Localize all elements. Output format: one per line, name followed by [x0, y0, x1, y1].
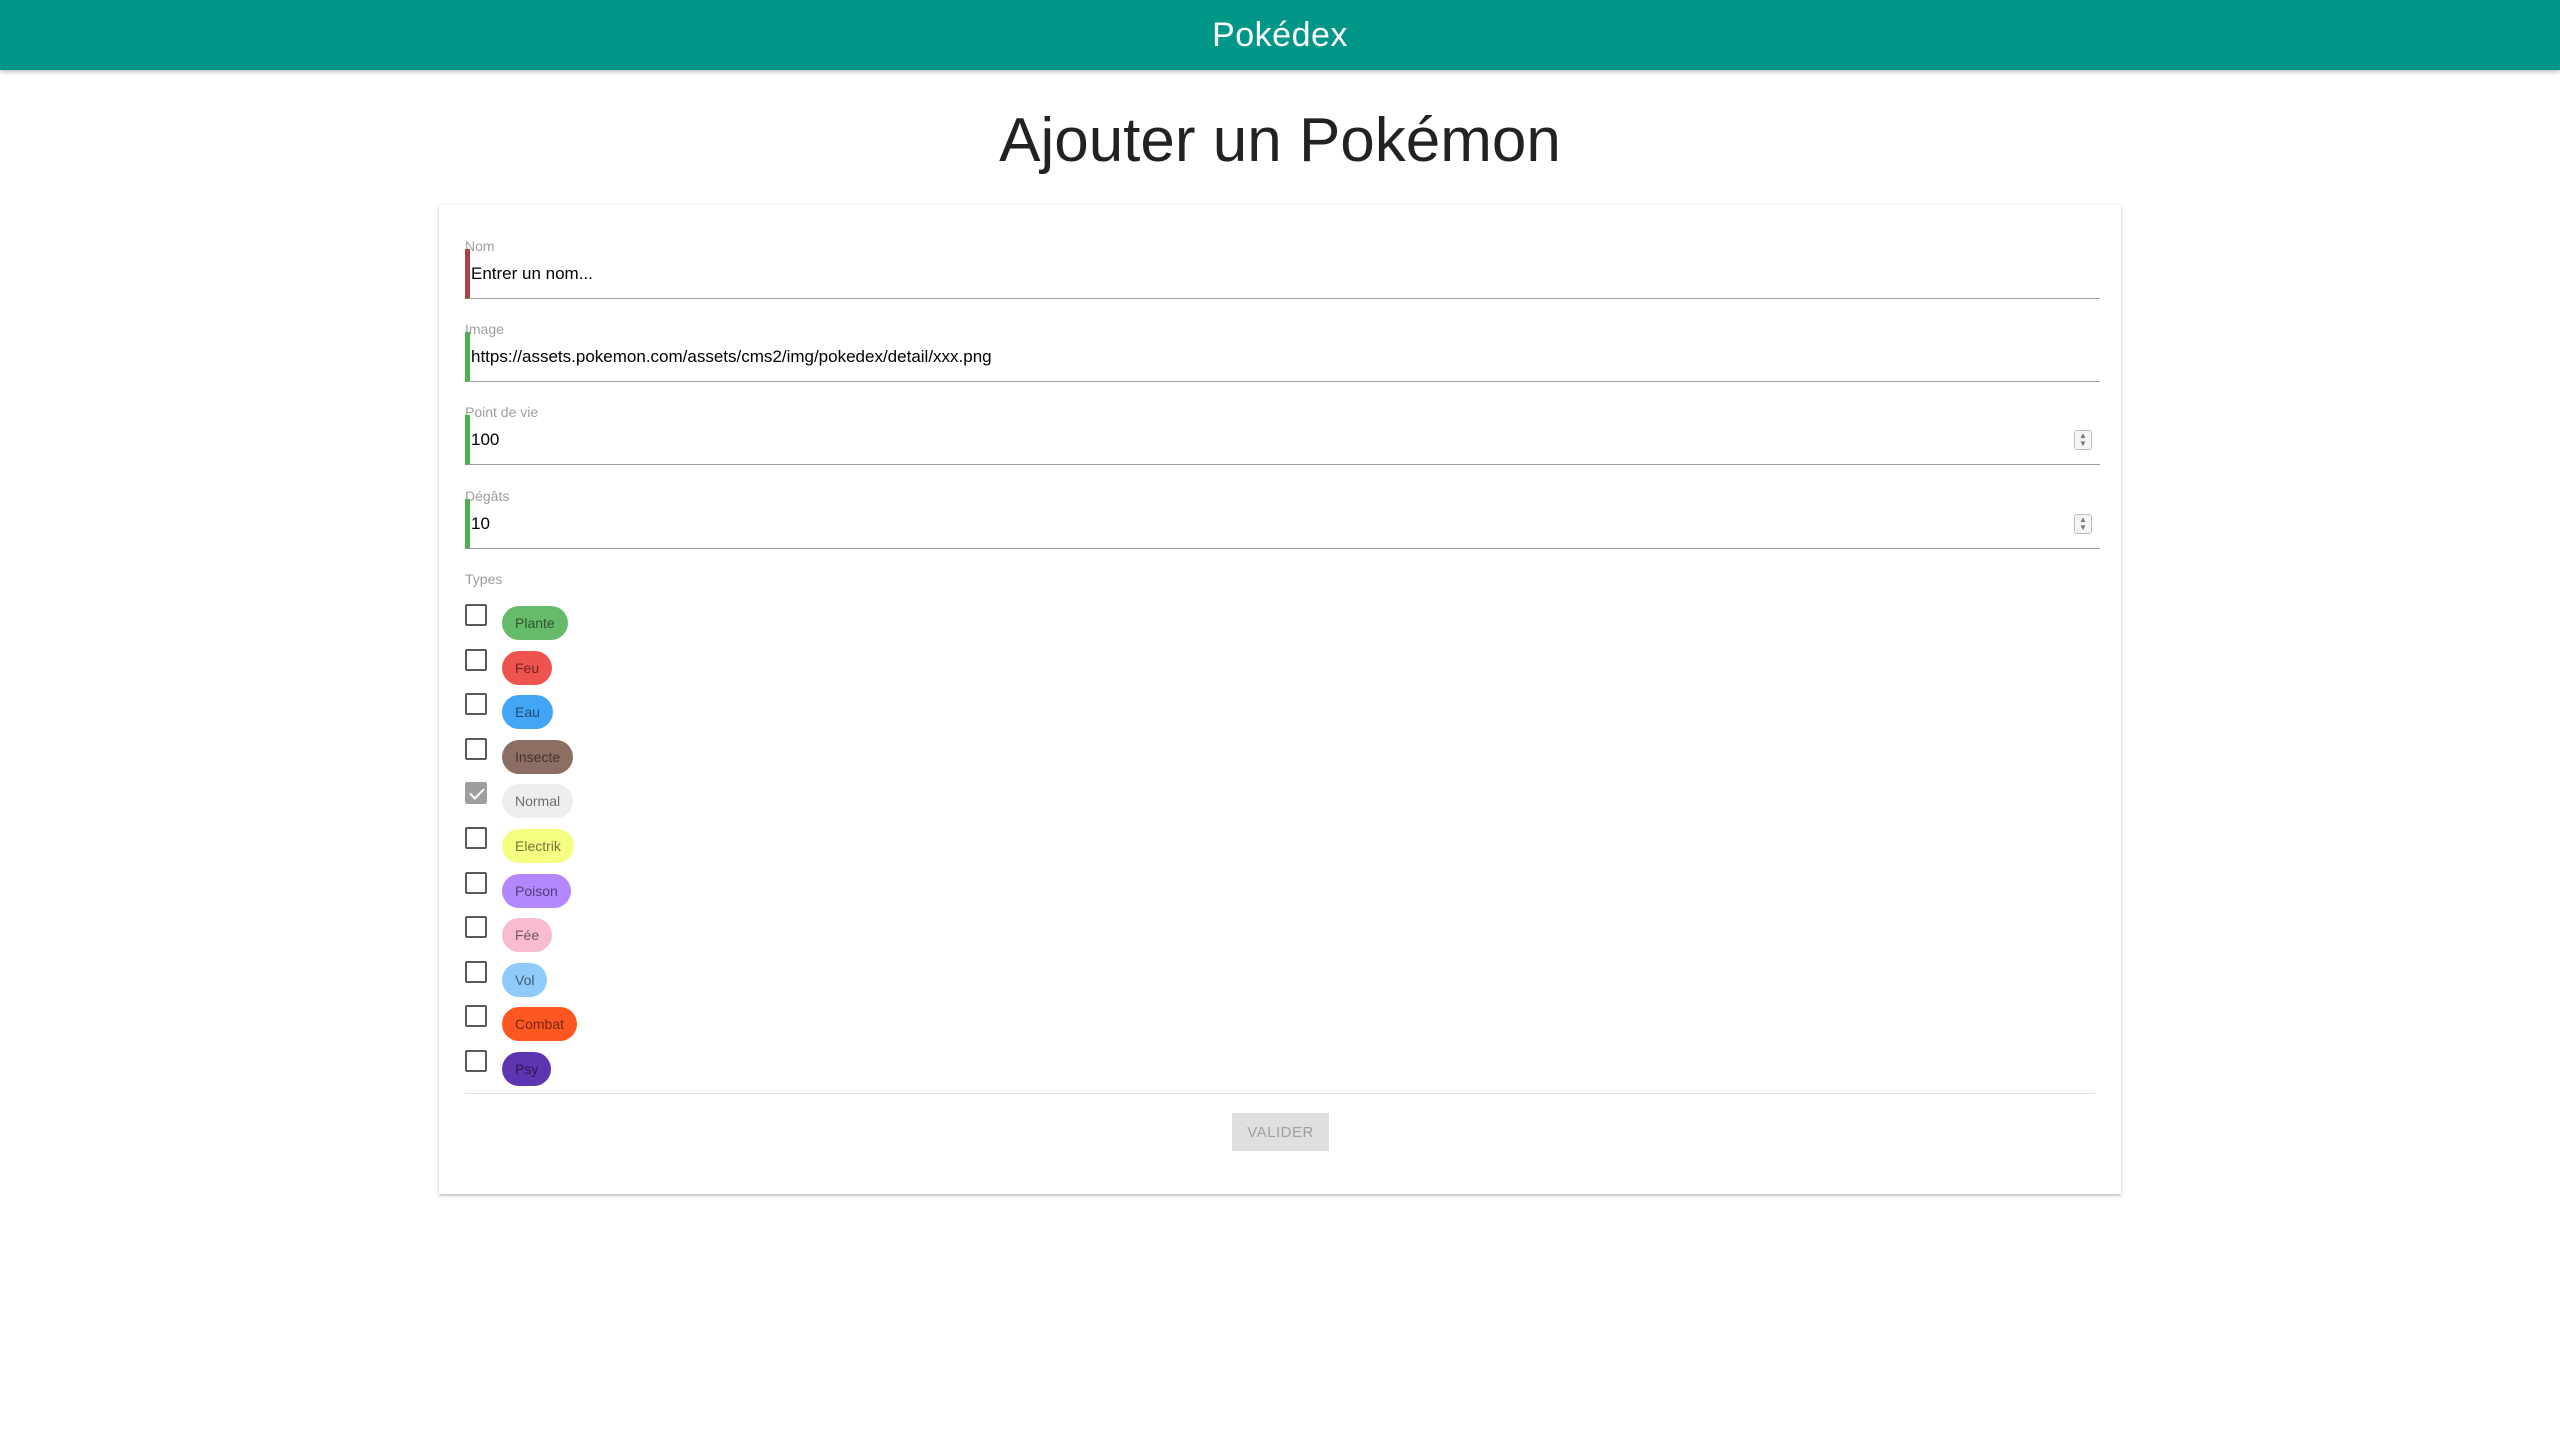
type-option[interactable]: Poison — [465, 872, 865, 908]
hp-input[interactable]: 100 ▲ ▼ — [465, 415, 2100, 465]
type-option[interactable]: Normal — [465, 782, 865, 818]
type-chip: Poison — [502, 874, 571, 908]
checkbox-checked[interactable] — [465, 782, 487, 804]
cp-input-value: 10 — [471, 514, 490, 533]
type-option[interactable]: Electrik — [465, 827, 865, 863]
type-chip: Psy — [502, 1052, 552, 1086]
name-input[interactable]: Entrer un nom... — [465, 249, 2100, 299]
form-divider — [465, 1093, 2095, 1094]
type-chip: Vol — [502, 963, 548, 997]
type-option[interactable]: Combat — [465, 1005, 865, 1041]
checkbox[interactable] — [465, 604, 487, 626]
type-chip: Fée — [502, 918, 553, 952]
cp-input[interactable]: 10 ▲ ▼ — [465, 499, 2100, 549]
hp-input-value: 100 — [471, 430, 500, 449]
page-title: Ajouter un Pokémon — [999, 106, 1561, 175]
type-chip: Eau — [502, 695, 553, 729]
pokemon-form-card: Nom Entrer un nom... Image https://asset… — [439, 205, 2121, 1194]
type-option[interactable]: Insecte — [465, 738, 865, 774]
brand-logo-text[interactable]: Pokédex — [1212, 16, 1348, 55]
type-option[interactable]: Vol — [465, 961, 865, 997]
checkbox[interactable] — [465, 961, 487, 983]
picture-input[interactable]: https://assets.pokemon.com/assets/cms2/i… — [465, 332, 2100, 382]
checkbox[interactable] — [465, 738, 487, 760]
type-option[interactable]: Fée — [465, 916, 865, 952]
type-option[interactable]: Psy — [465, 1050, 865, 1086]
type-option[interactable]: Plante — [465, 604, 865, 640]
checkbox[interactable] — [465, 649, 487, 671]
type-chip: Combat — [502, 1007, 578, 1041]
checkbox[interactable] — [465, 872, 487, 894]
number-spinner-icon[interactable]: ▲ ▼ — [2074, 430, 2092, 450]
name-input-value: Entrer un nom... — [471, 264, 593, 283]
number-spinner-icon[interactable]: ▲ ▼ — [2074, 514, 2092, 534]
submit-button[interactable]: VALIDER — [1232, 1113, 1329, 1151]
type-chip: Normal — [502, 784, 574, 818]
types-label: Types — [465, 571, 503, 587]
checkbox[interactable] — [465, 1005, 487, 1027]
checkbox[interactable] — [465, 916, 487, 938]
picture-input-value: https://assets.pokemon.com/assets/cms2/i… — [471, 347, 992, 366]
checkbox[interactable] — [465, 693, 487, 715]
type-chip: Feu — [502, 651, 553, 685]
checkbox[interactable] — [465, 827, 487, 849]
type-option[interactable]: Eau — [465, 693, 865, 729]
type-chip: Insecte — [502, 740, 574, 774]
checkbox[interactable] — [465, 1050, 487, 1072]
navbar: Pokédex — [0, 0, 2560, 70]
type-chip: Electrik — [502, 829, 574, 863]
type-option[interactable]: Feu — [465, 649, 865, 685]
type-chip: Plante — [502, 606, 568, 640]
